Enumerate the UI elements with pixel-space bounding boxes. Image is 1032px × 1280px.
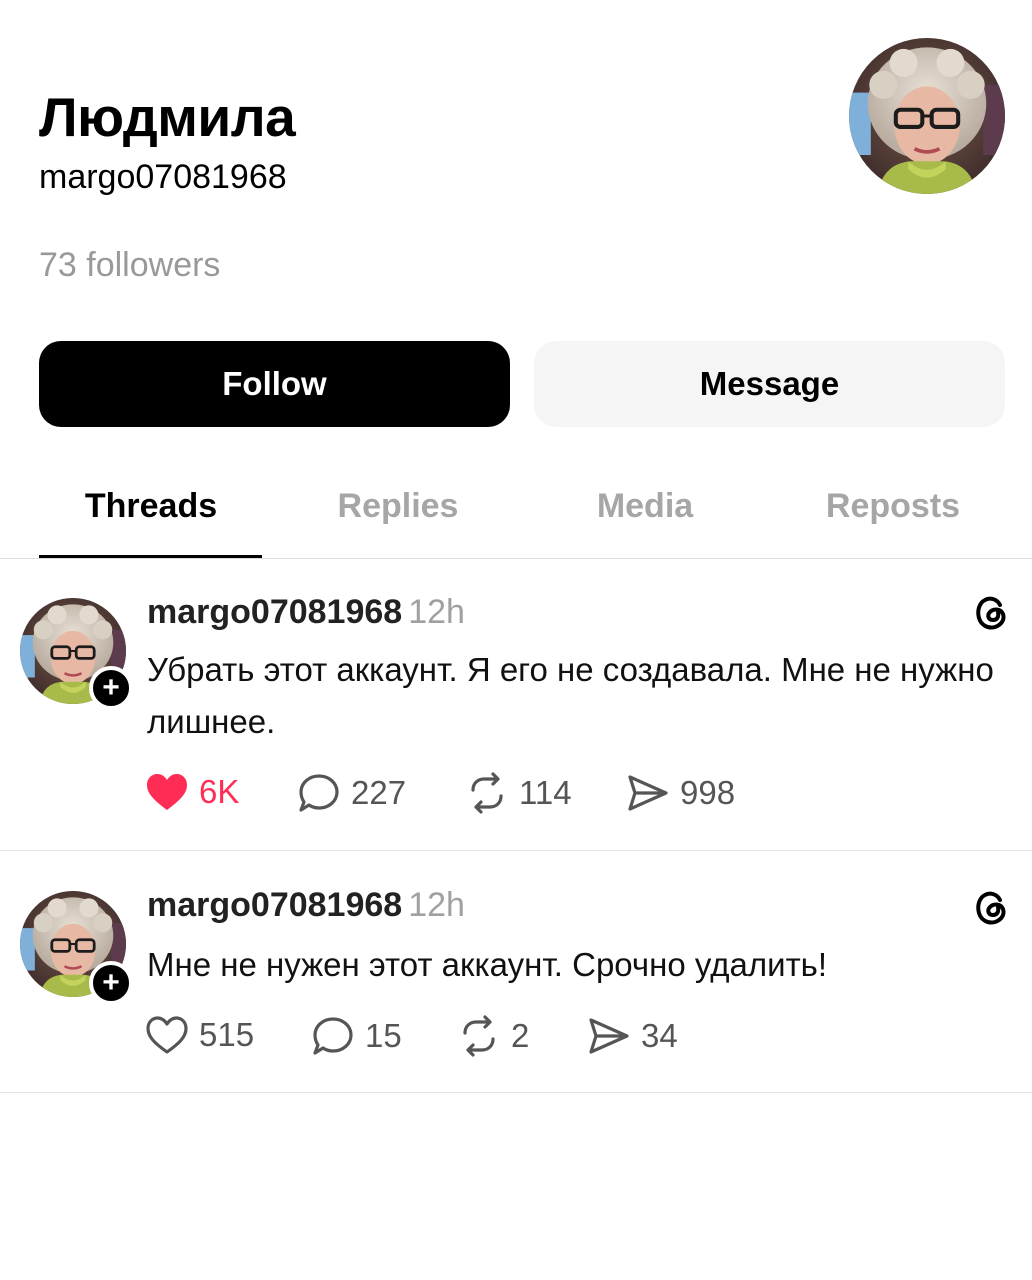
repost-count: 114 xyxy=(519,774,572,811)
post-header: margo07081968 12h xyxy=(147,592,465,632)
comment-icon xyxy=(299,774,339,812)
post-header: margo07081968 12h xyxy=(147,885,465,925)
post-username[interactable]: margo07081968 xyxy=(147,886,402,924)
post-timestamp: 12h xyxy=(408,593,465,631)
reply-count: 227 xyxy=(351,774,407,811)
follow-plus-icon[interactable]: + xyxy=(89,961,133,1005)
post[interactable]: + margo07081968 12h Убрать этот аккаунт. … xyxy=(0,558,1032,851)
profile-avatar[interactable] xyxy=(849,38,1005,194)
share-send-icon xyxy=(589,1018,629,1054)
followers-count[interactable]: 73 followers xyxy=(39,245,220,285)
reply-count: 15 xyxy=(365,1017,402,1054)
post-username[interactable]: margo07081968 xyxy=(147,593,402,631)
heart-outline-icon xyxy=(146,1016,188,1054)
repost-count: 2 xyxy=(511,1017,530,1054)
comment-icon xyxy=(313,1017,353,1055)
repost-button[interactable]: 2 xyxy=(457,1015,529,1057)
tab-media[interactable]: Media xyxy=(533,484,757,528)
profile-tabs: Threads Replies Media Reposts xyxy=(0,460,1032,559)
share-button[interactable]: 34 xyxy=(587,1015,678,1057)
like-button[interactable]: 6K xyxy=(145,772,239,812)
threads-logo-icon xyxy=(970,590,1014,634)
share-count: 998 xyxy=(680,774,736,811)
share-count: 34 xyxy=(641,1017,678,1054)
reply-button[interactable]: 15 xyxy=(311,1015,402,1057)
post-text: Мне не нужен этот аккаунт. Срочно удалит… xyxy=(147,946,828,983)
tab-threads[interactable]: Threads xyxy=(39,484,263,528)
heart-filled-icon xyxy=(147,774,187,810)
like-button[interactable]: 515 xyxy=(145,1015,254,1055)
post[interactable]: + margo07081968 12h Мне не нужен этот акк… xyxy=(0,851,1032,1093)
profile-username: margo07081968 xyxy=(39,158,287,196)
follow-plus-icon[interactable]: + xyxy=(89,666,133,710)
repost-icon xyxy=(463,1015,495,1057)
profile-display-name: Людмила xyxy=(39,86,296,148)
share-button[interactable]: 998 xyxy=(626,772,735,814)
post-text: Убрать этот аккаунт. Я его не создавала.… xyxy=(147,651,994,740)
follow-button[interactable]: Follow xyxy=(39,341,510,427)
message-button[interactable]: Message xyxy=(534,341,1005,427)
repost-button[interactable]: 114 xyxy=(465,772,572,814)
reply-button[interactable]: 227 xyxy=(297,772,406,814)
threads-logo-icon xyxy=(970,885,1014,929)
tab-reposts[interactable]: Reposts xyxy=(781,484,1005,528)
post-timestamp: 12h xyxy=(408,886,465,924)
like-count: 6K xyxy=(199,773,240,810)
share-send-icon xyxy=(628,775,668,811)
tab-replies[interactable]: Replies xyxy=(286,484,510,528)
profile-header: Людмила margo07081968 73 followers xyxy=(0,0,1032,330)
like-count: 515 xyxy=(199,1016,255,1053)
repost-icon xyxy=(471,772,503,814)
